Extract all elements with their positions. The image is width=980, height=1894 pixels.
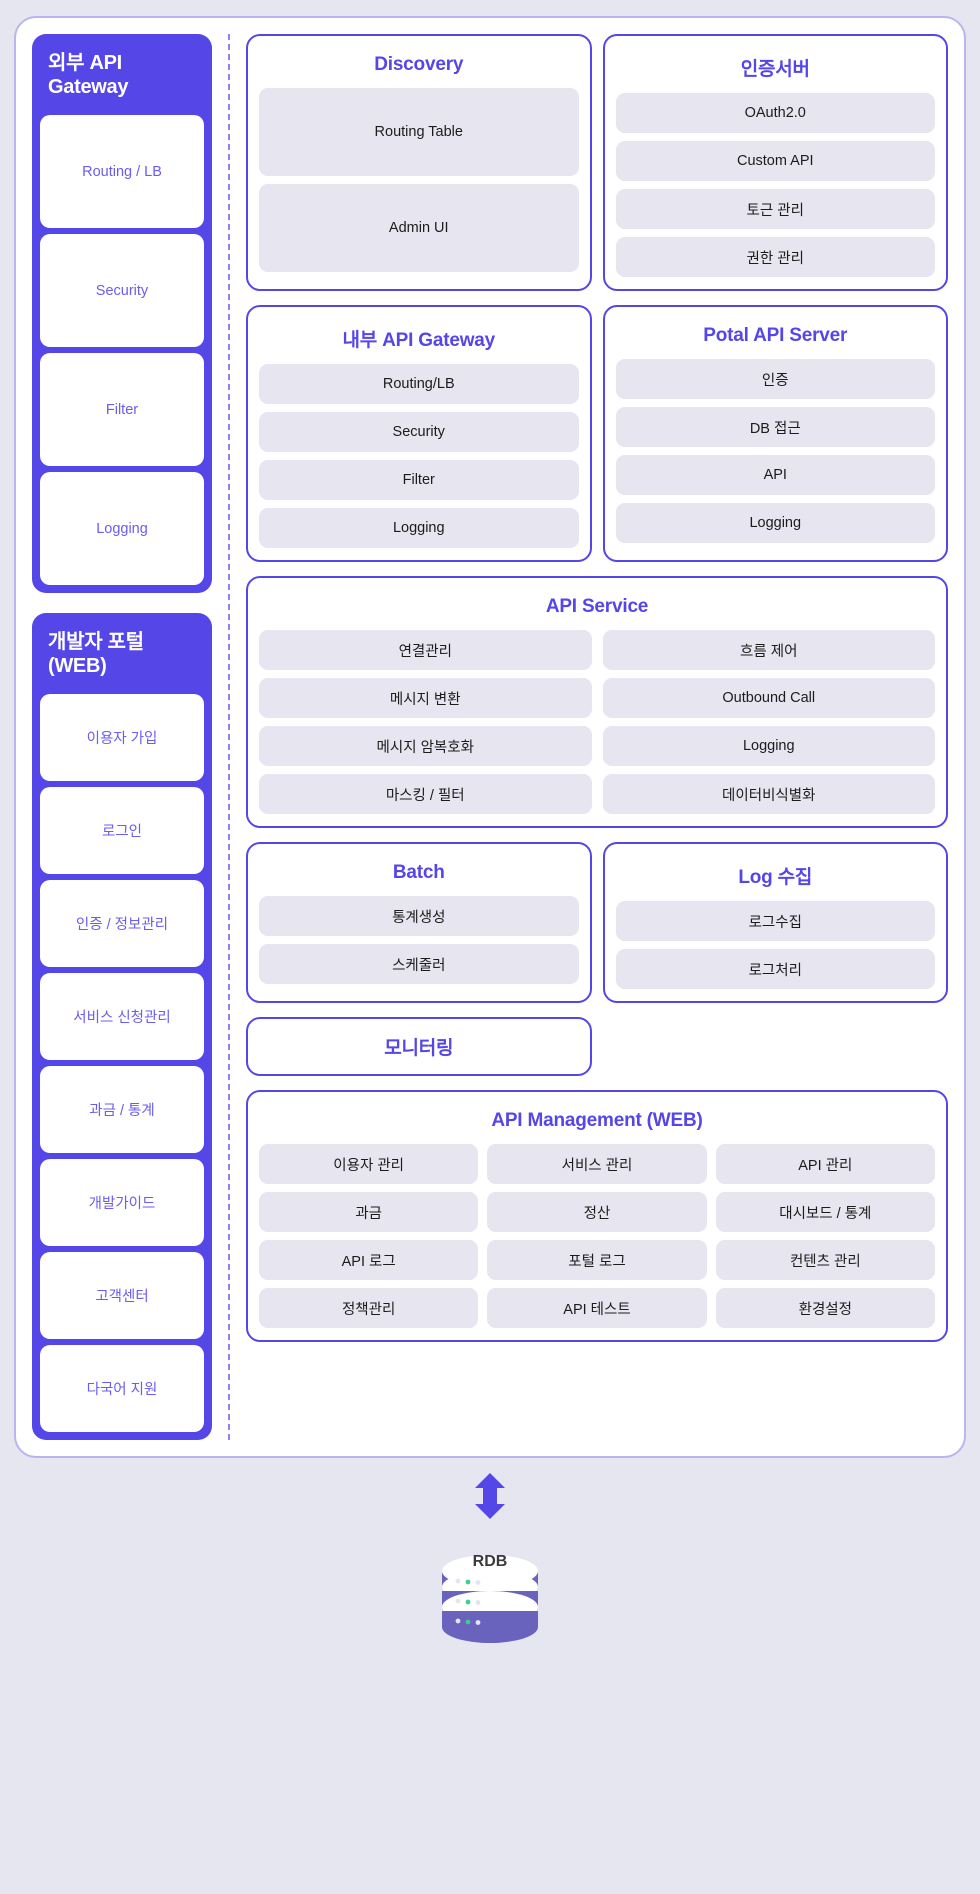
card-items: 통계생성 스케줄러 xyxy=(259,896,579,984)
diagram-frame: 외부 API Gateway Routing / LB Security Fil… xyxy=(14,16,966,1459)
chip-message-transform[interactable]: 메시지 변환 xyxy=(259,678,592,718)
row-discovery-auth: Discovery Routing Table Admin UI 인증서버 OA… xyxy=(246,34,948,291)
card-items: 로그수집 로그처리 xyxy=(615,901,935,989)
chip-admin-ui[interactable]: Admin UI xyxy=(259,184,579,272)
card-title: Discovery xyxy=(374,54,464,75)
chip-oauth2[interactable]: OAuth2.0 xyxy=(615,93,935,133)
rail-item-routing-lb[interactable]: Routing / LB xyxy=(40,115,204,229)
database-cylinder-icon xyxy=(436,1545,544,1648)
chip-outbound-call[interactable]: Outbound Call xyxy=(602,678,935,718)
chip-environment-settings[interactable]: 환경설정 xyxy=(715,1288,935,1328)
chip-routing-lb[interactable]: Routing/LB xyxy=(259,364,579,404)
card-items: 이용자 관리 서비스 관리 API 관리 과금 정산 대시보드 / 통계 API… xyxy=(259,1144,935,1328)
card-title: 내부 API Gateway xyxy=(342,330,496,351)
rail-item-service-request[interactable]: 서비스 신청관리 xyxy=(40,973,204,1061)
rail-item-security[interactable]: Security xyxy=(40,234,204,348)
chip-content-management[interactable]: 컨텐츠 관리 xyxy=(715,1240,935,1280)
rail-group-items: Routing / LB Security Filter Logging xyxy=(32,115,212,586)
chip-api-log[interactable]: API 로그 xyxy=(259,1240,479,1280)
chip-settlement[interactable]: 정산 xyxy=(487,1192,707,1232)
chip-api-test[interactable]: API 테스트 xyxy=(487,1288,707,1328)
rail-group-title: 개발자 포털 (WEB) xyxy=(48,631,144,677)
card-batch: Batch 통계생성 스케줄러 xyxy=(246,842,592,1003)
main-column: Discovery Routing Table Admin UI 인증서버 OA… xyxy=(246,34,948,1440)
card-api-service: API Service 연결관리 흐름 제어 메시지 변환 Outbound C… xyxy=(246,576,948,828)
card-items: Routing/LB Security Filter Logging xyxy=(259,364,579,548)
chip-masking-filter[interactable]: 마스킹 / 필터 xyxy=(259,774,592,814)
rail-item-logging[interactable]: Logging xyxy=(40,472,204,586)
card-title: API Management (WEB) xyxy=(491,1110,703,1131)
chip-portal-log[interactable]: 포털 로그 xyxy=(487,1240,707,1280)
rail-group-external-api-gateway: 외부 API Gateway Routing / LB Security Fil… xyxy=(32,34,212,594)
rail-group-developer-portal: 개발자 포털 (WEB) 이용자 가입 로그인 인증 / 정보관리 서비스 신청… xyxy=(32,613,212,1441)
card-title: Potal API Server xyxy=(703,325,848,346)
card-title: Log 수집 xyxy=(738,867,813,888)
chip-flow-control[interactable]: 흐름 제어 xyxy=(602,630,935,670)
card-monitoring[interactable]: 모니터링 xyxy=(246,1017,592,1076)
chip-scheduler[interactable]: 스케줄러 xyxy=(259,944,579,984)
chip-dashboard-stats[interactable]: 대시보드 / 통계 xyxy=(715,1192,935,1232)
up-down-arrow-icon xyxy=(470,1472,510,1525)
left-rail: 외부 API Gateway Routing / LB Security Fil… xyxy=(32,34,228,1441)
card-items: OAuth2.0 Custom API 토근 관리 권한 관리 xyxy=(615,93,935,277)
chip-logging[interactable]: Logging xyxy=(259,508,579,548)
chip-message-encryption[interactable]: 메시지 암복호화 xyxy=(259,726,592,766)
rail-item-user-signup[interactable]: 이용자 가입 xyxy=(40,694,204,782)
rail-item-customer-center[interactable]: 고객센터 xyxy=(40,1252,204,1340)
card-items: Routing Table Admin UI xyxy=(259,88,579,272)
rail-group-title: 외부 API Gateway xyxy=(48,52,129,98)
chip-policy-management[interactable]: 정책관리 xyxy=(259,1288,479,1328)
vertical-dashed-divider xyxy=(228,34,230,1441)
row-internal-gateway-potal: 내부 API Gateway Routing/LB Security Filte… xyxy=(246,305,948,562)
chip-permission-management[interactable]: 권한 관리 xyxy=(615,237,935,277)
rail-item-multilingual[interactable]: 다국어 지원 xyxy=(40,1345,204,1433)
card-items: 연결관리 흐름 제어 메시지 변환 Outbound Call 메시지 암복호화… xyxy=(259,630,935,814)
card-title: API Service xyxy=(545,596,649,617)
card-items: 인증 DB 접근 API Logging xyxy=(615,359,935,543)
chip-service-management[interactable]: 서비스 관리 xyxy=(487,1144,707,1184)
chip-data-deidentification[interactable]: 데이터비식별화 xyxy=(602,774,935,814)
rail-item-filter[interactable]: Filter xyxy=(40,353,204,467)
rail-item-dev-guide[interactable]: 개발가이드 xyxy=(40,1159,204,1247)
card-discovery: Discovery Routing Table Admin UI xyxy=(246,34,592,291)
database-footer: RDB xyxy=(14,1458,966,1644)
chip-db-access[interactable]: DB 접근 xyxy=(615,407,935,447)
chip-user-management[interactable]: 이용자 관리 xyxy=(259,1144,479,1184)
chip-logging[interactable]: Logging xyxy=(602,726,935,766)
row-batch-log: Batch 통계생성 스케줄러 Log 수집 로그수집 로그처리 xyxy=(246,842,948,1003)
card-title: 인증서버 xyxy=(740,59,810,80)
chip-routing-table[interactable]: Routing Table xyxy=(259,88,579,176)
rail-item-login[interactable]: 로그인 xyxy=(40,787,204,875)
architecture-diagram-canvas: 외부 API Gateway Routing / LB Security Fil… xyxy=(0,0,980,1894)
chip-connection-management[interactable]: 연결관리 xyxy=(259,630,592,670)
rail-item-billing-stats[interactable]: 과금 / 통계 xyxy=(40,1066,204,1154)
card-potal-api-server: Potal API Server 인증 DB 접근 API Logging xyxy=(602,305,948,562)
card-auth-server: 인증서버 OAuth2.0 Custom API 토근 관리 권한 관리 xyxy=(602,34,948,291)
card-internal-api-gateway: 내부 API Gateway Routing/LB Security Filte… xyxy=(246,305,592,562)
chip-security[interactable]: Security xyxy=(259,412,579,452)
chip-billing[interactable]: 과금 xyxy=(259,1192,479,1232)
chip-auth[interactable]: 인증 xyxy=(615,359,935,399)
chip-log-collect[interactable]: 로그수집 xyxy=(615,901,935,941)
chip-api-management[interactable]: API 관리 xyxy=(715,1144,935,1184)
rail-group-items: 이용자 가입 로그인 인증 / 정보관리 서비스 신청관리 과금 / 통계 개발… xyxy=(32,694,212,1433)
rail-item-auth-info[interactable]: 인증 / 정보관리 xyxy=(40,880,204,968)
chip-logging[interactable]: Logging xyxy=(615,503,935,543)
card-api-management: API Management (WEB) 이용자 관리 서비스 관리 API 관… xyxy=(246,1090,948,1342)
chip-log-processing[interactable]: 로그처리 xyxy=(615,949,935,989)
chip-custom-api[interactable]: Custom API xyxy=(615,141,935,181)
chip-filter[interactable]: Filter xyxy=(259,460,579,500)
chip-api[interactable]: API xyxy=(615,455,935,495)
chip-token-management[interactable]: 토근 관리 xyxy=(615,189,935,229)
database-icon-group: RDB xyxy=(436,1527,544,1648)
card-title: Batch xyxy=(392,862,445,883)
card-log-collection: Log 수집 로그수집 로그처리 xyxy=(602,842,948,1003)
chip-statistics-generation[interactable]: 통계생성 xyxy=(259,896,579,936)
card-title: 모니터링 xyxy=(384,1038,454,1059)
